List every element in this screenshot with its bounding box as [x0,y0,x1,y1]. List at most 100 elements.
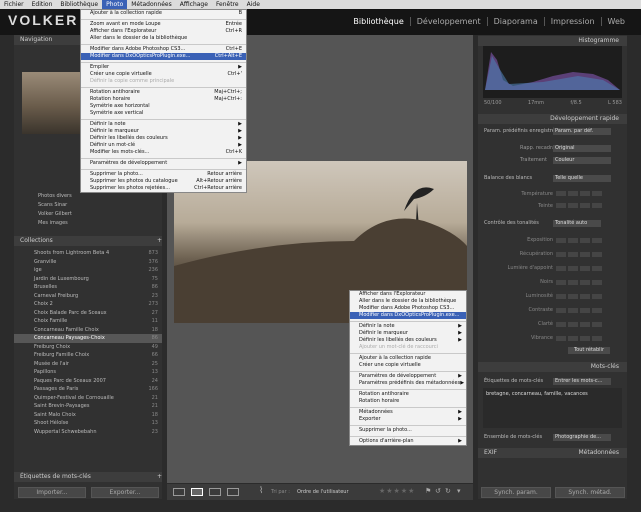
tint-buttons[interactable] [556,203,602,208]
auto-tone-button[interactable]: Tonalité auto [553,220,601,227]
sync-settings-button[interactable]: Synch. param. [481,487,551,498]
menu-item[interactable]: Modifier dans Adobe Photoshop CS3... Ctrl… [81,46,246,53]
tone-slider-buttons[interactable] [556,265,602,271]
menu-item[interactable]: Aller dans le dossier de la bibliothèque [81,35,246,42]
menu-4[interactable]: Métadonnées [127,0,176,9]
menu-item[interactable]: Définir la note ▶ [350,323,466,330]
collection-item[interactable]: Passages de Paris 166 [14,385,162,394]
menu-item[interactable]: Aller dans le dossier de la bibliothèque [350,298,466,305]
menu-item[interactable]: Afficher dans l'Explorateur Ctrl+R [81,28,246,35]
import-button[interactable]: Importer... [18,487,86,498]
temperature-buttons[interactable] [556,191,602,196]
menu-item[interactable]: Options d'arrière-plan ▶ [350,438,466,445]
keywords-textarea[interactable]: bretagne, concarneau, famille, vacances [483,388,622,428]
crop-ratio-select[interactable]: Original [553,145,611,152]
tone-slider-buttons[interactable] [556,307,602,313]
collection-item[interactable]: Freiburg Famille Choix 66 [14,351,162,360]
reset-all-button[interactable]: Tout rétablir [568,347,610,354]
menu-item[interactable]: Ajouter à la collection rapide B [81,10,246,17]
collection-item[interactable]: Choix 2 273 [14,300,162,309]
module-tab[interactable]: Diaporama [486,17,544,26]
menu-item[interactable]: Définir un mot-clé ▶ [81,142,246,149]
histogram-header[interactable]: Histogramme [478,36,627,46]
survey-view-icon[interactable] [227,488,239,496]
collection-item[interactable]: Quimper-Festival de Cornouaille 21 [14,394,162,403]
collection-item[interactable]: Freiburg Choix 49 [14,343,162,352]
menu-1[interactable]: Edition [28,0,57,9]
menu-2[interactable]: Bibliothèque [56,0,102,9]
module-tab[interactable]: Web [600,17,631,26]
collection-item[interactable]: Saint Malo Choix 18 [14,411,162,420]
menu-item[interactable]: Définir la note ▶ [81,121,246,128]
menu-item[interactable]: Définir les libellés des couleurs ▶ [81,135,246,142]
tone-slider-buttons[interactable] [556,293,602,299]
folder-item[interactable]: Mes images [14,219,162,228]
rating-stars[interactable]: ★★★★★ [379,487,415,495]
collection-item[interactable]: Papillons 13 [14,368,162,377]
collection-item[interactable]: Saint Brevin-Paysages 21 [14,402,162,411]
menu-item[interactable]: Rotation antihoraire Maj+Ctrl+; [81,89,246,96]
collection-item[interactable]: Shoots from Lightroom Beta 4 873 [14,249,162,258]
sync-metadata-button[interactable]: Synch. métad. [555,487,625,498]
menu-item[interactable]: Modifier les mots-clés... Ctrl+K [81,149,246,156]
menu-item[interactable]: Supprimer les photos du catalogue Alt+Ret… [81,178,246,185]
menu-6[interactable]: Fenêtre [212,0,243,9]
export-button[interactable]: Exporter... [91,487,159,498]
collections-header[interactable]: Collections + [14,236,162,246]
tone-slider-buttons[interactable] [556,279,602,285]
collection-item[interactable]: ige 236 [14,266,162,275]
flag-icon[interactable]: ⚑ [425,487,431,495]
collection-item[interactable]: Concarneau Paysages-Choix 86 [14,334,162,343]
menu-item[interactable]: Paramètres prédéfinis des métadonnées ▶ [350,380,466,387]
collection-item[interactable]: Wuppertal Schwebebahn 23 [14,428,162,437]
menu-3[interactable]: Photo [102,0,128,9]
menu-item[interactable]: Créer une copie virtuelle Ctrl+' [81,71,246,78]
painter-icon[interactable]: ⌇ [259,486,263,496]
module-tab[interactable]: Impression [543,17,601,26]
tone-slider-buttons[interactable] [556,335,602,341]
menu-item[interactable]: Modifier dans DxOOpticsProPlugin.exe... C… [81,53,246,60]
folder-item[interactable]: Volker Gilbert [14,210,162,219]
tone-slider-buttons[interactable] [556,251,602,257]
collection-item[interactable]: Paques Parc de Sceaux 2007 24 [14,377,162,386]
menu-item[interactable]: Définir le marqueur ▶ [81,128,246,135]
menu-item[interactable]: Supprimer les photos rejetées... Ctrl+Ret… [81,185,246,192]
menu-item[interactable]: Exporter ▶ [350,416,466,423]
collection-item[interactable]: Granville 376 [14,258,162,267]
folder-item[interactable]: Photos divers [14,192,162,201]
sort-select[interactable]: Ordre de l'utilisateur [297,489,349,495]
menu-item[interactable]: Créer une copie virtuelle [350,362,466,369]
treatment-select[interactable]: Couleur [553,157,611,164]
tone-slider-buttons[interactable] [556,321,602,327]
collection-item[interactable]: Jardin de Luxembourg 75 [14,275,162,284]
menu-item[interactable]: Définir les libellés des couleurs ▶ [350,337,466,344]
rotate-right-icon[interactable]: ↻ [445,487,451,495]
menu-item[interactable]: Symétrie axe vertical [81,110,246,117]
menu-0[interactable]: Fichier [0,0,28,9]
menu-item[interactable]: Rotation antihoraire [350,391,466,398]
menu-item[interactable]: Ajouter à la collection rapide [350,355,466,362]
keywords-header[interactable]: Mots-clés [478,362,627,372]
keyword-set-select[interactable]: Photographie de... [553,434,611,441]
collection-item[interactable]: Bruxelles 86 [14,283,162,292]
menu-item[interactable]: Zoom avant en mode Loupe Entrée [81,21,246,28]
collection-item[interactable]: Choix Famille 11 [14,317,162,326]
folder-item[interactable]: Scans Sinar [14,201,162,210]
keywords-tags-header[interactable]: Étiquettes de mots-clés + [14,472,162,482]
keyword-tags-select[interactable]: Entrer les mots-c... [553,378,611,385]
menu-item[interactable]: Paramètres de développement ▶ [350,373,466,380]
loupe-view-icon[interactable] [191,488,203,496]
module-tab[interactable]: Développement [409,17,487,26]
add-keyword-icon[interactable]: + [157,472,162,482]
menu-item[interactable]: Afficher dans l'Explorateur [350,291,466,298]
quick-develop-header[interactable]: Développement rapide [478,114,627,124]
menu-item[interactable]: Supprimer la photo... [350,427,466,434]
collection-item[interactable]: Shoot Héloïse 13 [14,419,162,428]
menu-item[interactable]: Symétrie axe horizontal [81,103,246,110]
collection-item[interactable]: Carneval Freiburg 23 [14,292,162,301]
white-balance-select[interactable]: Telle quelle [553,175,611,182]
module-tab[interactable]: Bibliothèque [347,17,409,26]
rotate-left-icon[interactable]: ↺ [435,487,441,495]
menu-item[interactable]: Rotation horaire [350,398,466,405]
collection-item[interactable]: Concarneau Famille Choix 18 [14,326,162,335]
